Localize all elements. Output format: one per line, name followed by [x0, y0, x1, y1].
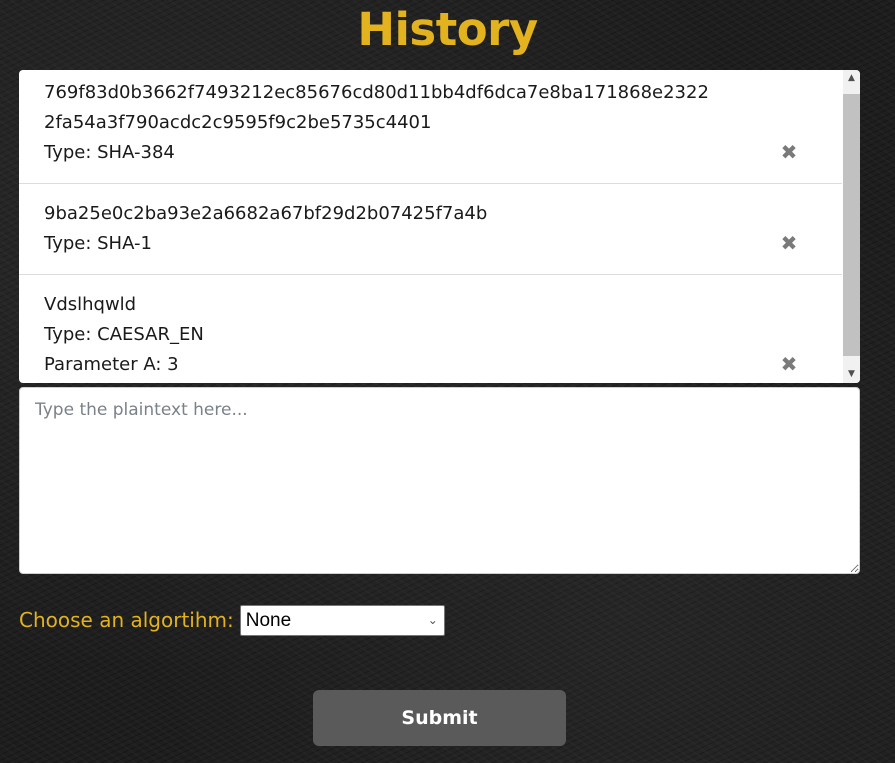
history-scrollbar[interactable]: ▲ ▼ [843, 70, 860, 383]
history-list: 769f83d0b3662f7493212ec85676cd80d11bb4df… [19, 70, 842, 383]
history-item: 769f83d0b3662f7493212ec85676cd80d11bb4df… [19, 70, 842, 184]
history-param-line: Parameter A: 3 [44, 354, 179, 375]
algorithm-selected-value: None [245, 609, 292, 631]
history-type-line: Type: CAESAR_EN [44, 324, 204, 345]
plaintext-input[interactable] [19, 387, 860, 574]
history-hash-line: 9ba25e0c2ba93e2a6682a67bf29d2b07425f7a4b [44, 203, 488, 224]
chevron-down-icon: ⌄ [427, 612, 438, 627]
close-icon[interactable]: ✖ [780, 142, 798, 162]
history-type-line: Type: SHA-384 [44, 142, 175, 163]
submit-button[interactable]: Submit [313, 690, 566, 746]
page-title: History [357, 3, 538, 56]
close-icon[interactable]: ✖ [780, 233, 798, 253]
algorithm-select[interactable]: None ⌄ [239, 604, 445, 636]
history-item: Vdslhqwld Type: CAESAR_EN Parameter A: 3… [19, 275, 842, 383]
history-hash-line: 769f83d0b3662f7493212ec85676cd80d11bb4df… [44, 82, 709, 103]
history-item: 9ba25e0c2ba93e2a6682a67bf29d2b07425f7a4b… [19, 184, 842, 275]
history-cipher-line: Vdslhqwld [44, 294, 137, 315]
scrollbar-thumb[interactable] [843, 94, 860, 356]
close-icon[interactable]: ✖ [780, 354, 798, 374]
algorithm-label: Choose an algortihm: [19, 608, 234, 632]
scroll-down-arrow-icon[interactable]: ▼ [843, 366, 860, 383]
history-panel[interactable]: 769f83d0b3662f7493212ec85676cd80d11bb4df… [19, 70, 860, 383]
history-type-line: Type: SHA-1 [44, 233, 152, 254]
history-hash-line: 2fa54a3f790acdc2c9595f9c2be5735c4401 [44, 112, 432, 133]
scroll-up-arrow-icon[interactable]: ▲ [843, 70, 860, 87]
algorithm-row: Choose an algortihm: None ⌄ [19, 604, 445, 636]
